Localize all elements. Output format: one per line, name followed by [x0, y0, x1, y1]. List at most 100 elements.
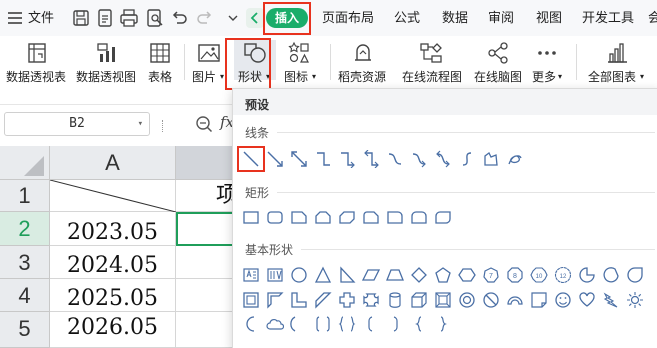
- lightning-bolt-icon[interactable]: [602, 291, 620, 309]
- right-brace-icon[interactable]: [434, 315, 452, 333]
- tab-developer[interactable]: 开发工具: [582, 8, 634, 28]
- folded-corner-icon[interactable]: [530, 291, 548, 309]
- cell-b4[interactable]: [176, 279, 236, 312]
- cell-b1[interactable]: 项: [176, 180, 238, 212]
- parallelogram-icon[interactable]: [361, 266, 381, 284]
- pivot-chart-button[interactable]: 数据透视图: [76, 40, 138, 84]
- icons-button[interactable]: 图标 ▾: [284, 40, 320, 84]
- decagon-icon[interactable]: 10: [530, 266, 548, 284]
- cube-icon[interactable]: [410, 291, 428, 309]
- online-mindmap-button[interactable]: 在线脑图: [472, 40, 524, 84]
- cell-b5[interactable]: [176, 312, 236, 348]
- tab-view[interactable]: 视图: [536, 8, 562, 28]
- dodecagon-icon[interactable]: 12: [554, 266, 572, 284]
- row-header-2[interactable]: 2: [0, 212, 50, 246]
- snip-single-corner-rectangle-icon[interactable]: [290, 208, 308, 226]
- cell-a3[interactable]: 2024.05: [50, 246, 176, 279]
- name-box[interactable]: B2 ▾: [4, 112, 150, 136]
- file-menu[interactable]: 文件: [28, 8, 54, 28]
- smiley-face-icon[interactable]: [554, 291, 572, 309]
- round-same-side-rectangle-icon[interactable]: [410, 208, 428, 226]
- zoom-formula-icon[interactable]: [194, 114, 214, 134]
- cell-a1-diagonal[interactable]: [50, 180, 176, 212]
- curved-connector-icon[interactable]: [386, 150, 404, 168]
- rectangle-shape-icon[interactable]: [242, 208, 260, 226]
- docer-resources-button[interactable]: 稻壳资源: [336, 40, 390, 84]
- arrow-line-icon[interactable]: [266, 150, 284, 168]
- double-arrow-line-icon[interactable]: [290, 150, 308, 168]
- oval-icon[interactable]: [290, 266, 308, 284]
- can-icon[interactable]: [386, 291, 404, 309]
- snip-diagonal-rectangle-icon[interactable]: [338, 208, 356, 226]
- half-frame-icon[interactable]: [266, 291, 284, 309]
- picture-button[interactable]: 图片 ▾: [192, 40, 228, 84]
- elbow-arrow-connector-icon[interactable]: [338, 150, 356, 169]
- tab-formulas[interactable]: 公式: [394, 8, 420, 28]
- heart-icon[interactable]: [578, 291, 596, 309]
- more-button[interactable]: 更多 ▾: [530, 40, 566, 84]
- moon-icon[interactable]: [242, 315, 260, 333]
- row-header-3[interactable]: 3: [0, 246, 50, 279]
- double-brace-icon[interactable]: [338, 315, 356, 333]
- cell-b3[interactable]: [176, 246, 236, 279]
- pie-icon[interactable]: [578, 266, 596, 284]
- all-charts-button[interactable]: 全部图表 ▾: [586, 40, 646, 84]
- teardrop-icon[interactable]: [626, 266, 644, 284]
- right-triangle-icon[interactable]: [338, 266, 356, 284]
- elbow-connector-icon[interactable]: [314, 150, 332, 168]
- freeform-icon[interactable]: [482, 150, 500, 168]
- column-header-a[interactable]: A: [50, 146, 176, 180]
- right-bracket-icon[interactable]: [386, 315, 404, 333]
- tab-more-cut[interactable]: 会: [648, 8, 657, 28]
- select-all-corner[interactable]: [0, 146, 50, 180]
- undo-icon[interactable]: [168, 7, 190, 29]
- table-button[interactable]: 表格: [146, 40, 174, 84]
- diamond-icon[interactable]: [410, 266, 428, 284]
- round-single-corner-rectangle-icon[interactable]: [386, 208, 404, 226]
- octagon-icon[interactable]: 8: [506, 266, 524, 284]
- cell-a4[interactable]: 2025.05: [50, 279, 176, 312]
- left-brace-icon[interactable]: [410, 315, 428, 333]
- hexagon-icon[interactable]: [458, 266, 476, 284]
- trapezoid-icon[interactable]: [386, 266, 404, 284]
- snip-same-side-rectangle-icon[interactable]: [314, 208, 332, 226]
- frame-icon[interactable]: [242, 291, 260, 309]
- heptagon-icon[interactable]: 7: [482, 266, 500, 284]
- plaque-icon[interactable]: [362, 291, 380, 309]
- curved-double-arrow-connector-icon[interactable]: [434, 150, 452, 168]
- pivot-table-button[interactable]: 数据透视表: [6, 40, 68, 84]
- block-arc-icon[interactable]: [506, 291, 524, 309]
- bevel-icon[interactable]: [434, 291, 452, 309]
- curved-arrow-connector-icon[interactable]: [410, 150, 428, 168]
- name-box-dropdown-icon[interactable]: ▾: [138, 113, 143, 135]
- line-shape-icon[interactable]: [242, 150, 260, 168]
- quick-access-dropdown-icon[interactable]: [222, 7, 244, 29]
- cell-a5[interactable]: 2026.05: [50, 312, 176, 348]
- hamburger-menu-icon[interactable]: [4, 7, 26, 29]
- donut-icon[interactable]: [458, 291, 476, 309]
- diagonal-stripe-icon[interactable]: [314, 291, 332, 309]
- print-preview-icon[interactable]: [144, 7, 166, 29]
- sun-icon[interactable]: [626, 291, 644, 309]
- print-icon[interactable]: [118, 7, 140, 29]
- curve-icon[interactable]: [458, 150, 476, 168]
- row-header-5[interactable]: 5: [0, 312, 50, 348]
- rounded-rectangle-icon[interactable]: [266, 208, 284, 226]
- left-bracket-icon[interactable]: [362, 315, 380, 333]
- formula-bar-splitter[interactable]: [162, 120, 164, 132]
- no-symbol-icon[interactable]: [482, 291, 500, 309]
- plus-shape-icon[interactable]: [338, 291, 356, 309]
- text-box-icon[interactable]: [242, 266, 260, 284]
- column-header-b[interactable]: [176, 146, 236, 180]
- row-header-4[interactable]: 4: [0, 279, 50, 312]
- tab-data[interactable]: 数据: [442, 8, 468, 28]
- cloud-icon[interactable]: [266, 315, 285, 333]
- scribble-icon[interactable]: [506, 150, 524, 168]
- l-shape-icon[interactable]: [290, 291, 308, 309]
- row-header-1[interactable]: 1: [0, 180, 50, 212]
- redo-icon[interactable]: [194, 7, 216, 29]
- export-pdf-icon[interactable]: [94, 7, 116, 29]
- pentagon-icon[interactable]: [434, 266, 452, 284]
- cell-b2-selected[interactable]: [176, 212, 236, 246]
- double-bracket-icon[interactable]: [314, 315, 332, 333]
